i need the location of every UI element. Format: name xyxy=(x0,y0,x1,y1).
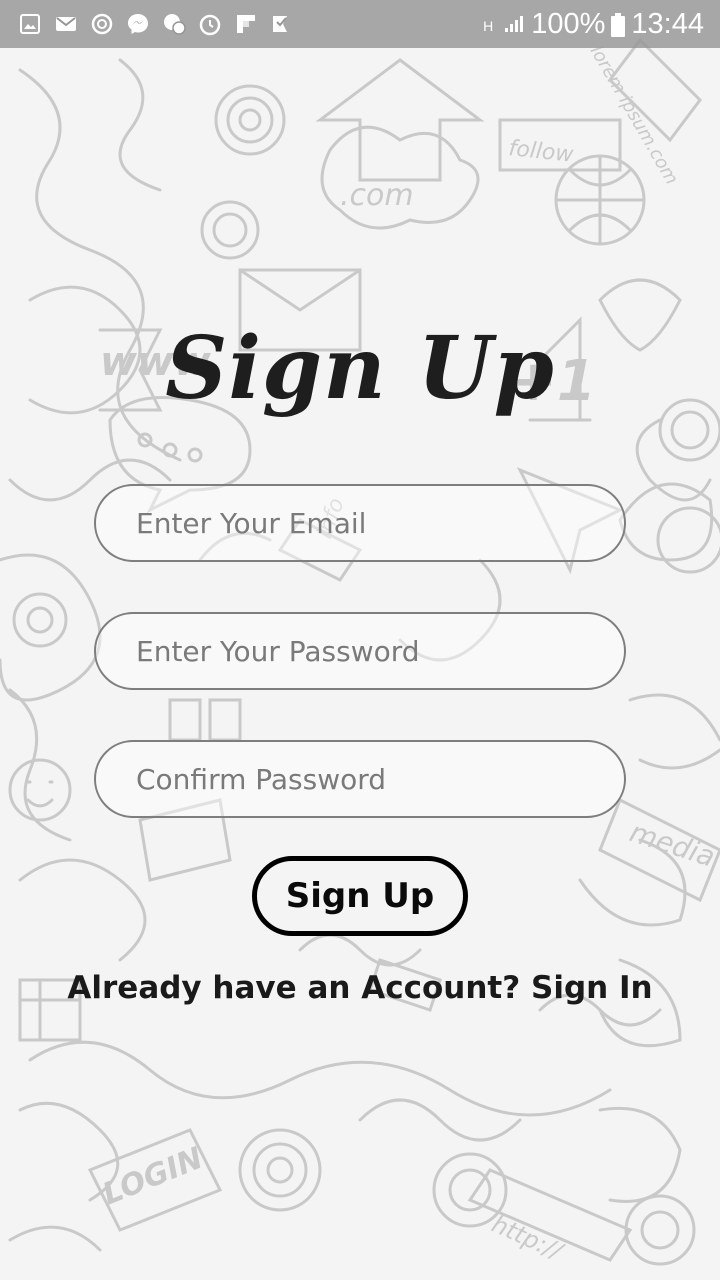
email-field[interactable] xyxy=(94,484,626,562)
app-icon-2 xyxy=(270,12,294,36)
battery-percent: 100% xyxy=(531,7,606,40)
status-bar: H 100% 13:44 xyxy=(0,0,720,48)
messenger-icon xyxy=(126,12,150,36)
system-status: H 100% 13:44 xyxy=(483,8,704,41)
network-type: H xyxy=(483,17,494,34)
doodle-word-http: http:// xyxy=(488,1210,569,1267)
gallery-icon xyxy=(18,12,42,36)
app-icon xyxy=(162,12,186,36)
mail-icon xyxy=(54,12,78,36)
flipboard-icon xyxy=(234,12,258,36)
signal-icon xyxy=(501,12,525,36)
confirm-password-field[interactable] xyxy=(94,740,626,818)
sign-in-link[interactable]: Already have an Account? Sign In xyxy=(0,970,720,1006)
battery-icon xyxy=(611,12,626,37)
sign-up-button[interactable]: Sign Up xyxy=(252,856,468,936)
notification-icons xyxy=(18,12,294,36)
password-field[interactable] xyxy=(94,612,626,690)
doodle-word-dotcom: .com xyxy=(340,178,414,213)
signup-screen: .com follow www media LOGIN http:// info… xyxy=(0,0,720,1280)
sync-icon xyxy=(90,12,114,36)
doodle-word-follow: follow xyxy=(507,136,575,168)
timer-icon xyxy=(198,12,222,36)
page-title: Sign Up xyxy=(165,318,555,419)
clock: 13:44 xyxy=(631,7,704,40)
doodle-word-media: media xyxy=(626,815,719,873)
